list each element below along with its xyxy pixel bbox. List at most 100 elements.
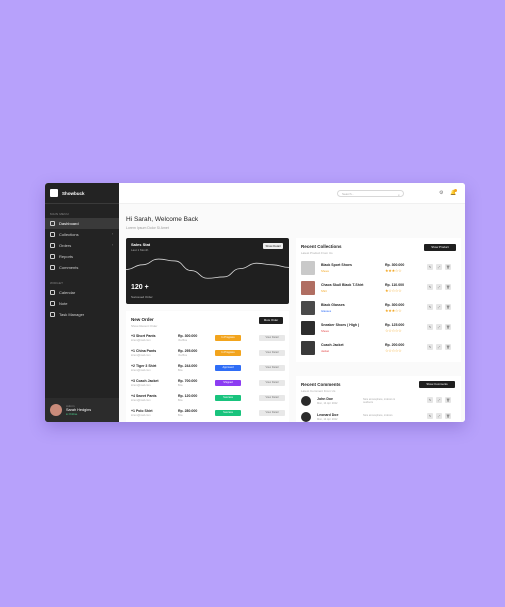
view-detail-button[interactable]: View Detail xyxy=(259,380,285,386)
order-payment: Bca xyxy=(178,414,183,417)
order-price: Rp. 120.000 xyxy=(178,394,198,398)
show-detail-button[interactable]: Show Detail xyxy=(263,243,283,249)
more-order-button[interactable]: More Order xyxy=(259,317,283,324)
order-payment: Bca xyxy=(178,384,183,387)
view-detail-button[interactable]: View Detail xyxy=(259,365,285,371)
product-price: Rp. 300.000 xyxy=(385,263,405,267)
expand-icon[interactable]: ⤢ xyxy=(436,344,442,350)
status-badge: In Progress xyxy=(215,335,241,341)
product-price: Rp. 110.000 xyxy=(385,283,405,287)
product-name: Black Sport Shoes xyxy=(321,263,352,267)
user-profile[interactable]: Admin Sarah Hedgins ● Online xyxy=(45,398,119,422)
status-badge: Success xyxy=(215,410,241,416)
product-name: Black Glasses xyxy=(321,303,345,307)
sidebar-item-label: Reports xyxy=(59,254,74,259)
view-detail-button[interactable]: View Detail xyxy=(259,395,285,401)
order-row: +1 China Pants lorem@mail.com Rp. 295.00… xyxy=(131,349,286,360)
collection-row: Chaos Skull Black T-Shirt Shirt Rp. 110.… xyxy=(301,280,458,296)
sales-line xyxy=(126,258,289,279)
show-comments-button[interactable]: Show Comments xyxy=(419,381,455,388)
edit-icon[interactable]: ✎ xyxy=(427,413,433,419)
sidebar-item-label: Orders xyxy=(59,243,72,248)
status-badge: Success xyxy=(215,395,241,401)
trash-icon[interactable]: 🗑 xyxy=(445,324,451,330)
rating-stars: ☆☆☆☆☆ xyxy=(385,348,402,353)
page-title: Hi Sarah, Welcome Back xyxy=(126,216,199,223)
edit-icon[interactable]: ✎ xyxy=(427,397,433,403)
app-window: Showbuck MAIN MENU Dashboard Collections… xyxy=(45,183,465,422)
product-image xyxy=(301,301,315,315)
user-status: ● Online xyxy=(66,412,78,416)
chevron-right-icon: › xyxy=(111,232,113,236)
sidebar-item-task-manager[interactable]: Task Manager xyxy=(45,309,119,320)
expand-icon[interactable]: ⤢ xyxy=(436,304,442,310)
widget-label: WIDGET xyxy=(50,281,64,285)
brand[interactable]: Showbuck xyxy=(45,183,119,204)
sidebar-item-reports[interactable]: Reports xyxy=(45,251,119,262)
avatar xyxy=(301,396,311,406)
expand-icon[interactable]: ⤢ xyxy=(436,397,442,403)
sidebar-item-orders[interactable]: Orders › xyxy=(45,240,119,251)
sidebar-item-collections[interactable]: Collections › xyxy=(45,229,119,240)
order-payment: Via Bca xyxy=(178,354,187,357)
sidebar-item-dashboard[interactable]: Dashboard xyxy=(45,218,119,229)
collections-subtitle: Latest Product From Us xyxy=(301,251,333,255)
trash-icon[interactable]: 🗑 xyxy=(445,284,451,290)
product-price: Rp. 125.000 xyxy=(385,323,405,327)
gear-icon[interactable]: ⚙ xyxy=(439,190,443,196)
order-payment: Via Bca xyxy=(178,339,187,342)
order-price: Rp. 700.000 xyxy=(178,379,198,383)
trash-icon[interactable]: 🗑 xyxy=(445,413,451,419)
trash-icon[interactable]: 🗑 xyxy=(445,397,451,403)
view-detail-button[interactable]: View Detail xyxy=(259,410,285,416)
product-image xyxy=(301,281,315,295)
search-input[interactable]: Search... ⌕ xyxy=(337,190,404,197)
notification-badge xyxy=(454,189,457,192)
trash-icon[interactable]: 🗑 xyxy=(445,344,451,350)
edit-icon[interactable]: ✎ xyxy=(427,284,433,290)
view-detail-button[interactable]: View Detail xyxy=(259,350,285,356)
order-item-name: +2 Tiger 3 Shirt xyxy=(131,364,157,368)
new-order-panel: New Order Show Recent Order More Order +… xyxy=(126,311,289,422)
product-image xyxy=(301,321,315,335)
order-customer: lorem@mail.com xyxy=(131,414,151,417)
brand-logo-icon xyxy=(50,189,58,197)
comments-subtitle: Latest Comment From Us xyxy=(301,389,336,393)
order-customer: lorem@mail.com xyxy=(131,369,151,372)
order-price: Rp. 244.000 xyxy=(178,364,198,368)
order-price: Rp. 300.000 xyxy=(178,334,198,338)
comment-date: Mon, 14 Apr 2022 xyxy=(317,402,338,405)
sidebar-item-label: Collections xyxy=(59,232,79,237)
comment-author: Leonard Doe xyxy=(317,413,339,417)
edit-icon[interactable]: ✎ xyxy=(427,304,433,310)
rating-stars: ★☆☆☆☆ xyxy=(385,288,402,293)
trash-icon[interactable]: 🗑 xyxy=(445,304,451,310)
expand-icon[interactable]: ⤢ xyxy=(436,264,442,270)
edit-icon[interactable]: ✎ xyxy=(427,344,433,350)
sidebar-item-label: Calendar xyxy=(59,290,76,295)
order-customer: lorem@mail.com xyxy=(131,384,151,387)
sidebar-item-calendar[interactable]: Calendar xyxy=(45,287,119,298)
collection-row: Black Glasses Glasses Rp. 300.000 ★★★☆☆ … xyxy=(301,300,458,316)
sales-stat-value: 120 + xyxy=(131,284,149,291)
trash-icon[interactable]: 🗑 xyxy=(445,264,451,270)
main-menu-label: MAIN MENU xyxy=(50,212,69,216)
avatar xyxy=(301,412,311,422)
edit-icon[interactable]: ✎ xyxy=(427,324,433,330)
view-detail-button[interactable]: View Detail xyxy=(259,335,285,341)
edit-icon[interactable]: ✎ xyxy=(427,264,433,270)
order-row: +4 Sweet Pants lorem@mail.com Rp. 120.00… xyxy=(131,394,286,405)
comment-row: John Doe Mon, 14 Apr 2022 Nice atmospher… xyxy=(301,394,458,408)
order-payment: Bca xyxy=(178,399,183,402)
show-product-button[interactable]: Show Product xyxy=(424,244,456,251)
sidebar-item-label: Note xyxy=(59,301,68,306)
product-image xyxy=(301,261,315,275)
expand-icon[interactable]: ⤢ xyxy=(436,284,442,290)
chevron-right-icon: › xyxy=(111,243,113,247)
sidebar-item-label: Task Manager xyxy=(59,312,85,317)
expand-icon[interactable]: ⤢ xyxy=(436,413,442,419)
expand-icon[interactable]: ⤢ xyxy=(436,324,442,330)
sidebar-item-comments[interactable]: Comments xyxy=(45,262,119,273)
sidebar-item-note[interactable]: Note xyxy=(45,298,119,309)
comment-text: Nice atmosphere, indoors & outdoors xyxy=(363,398,396,405)
